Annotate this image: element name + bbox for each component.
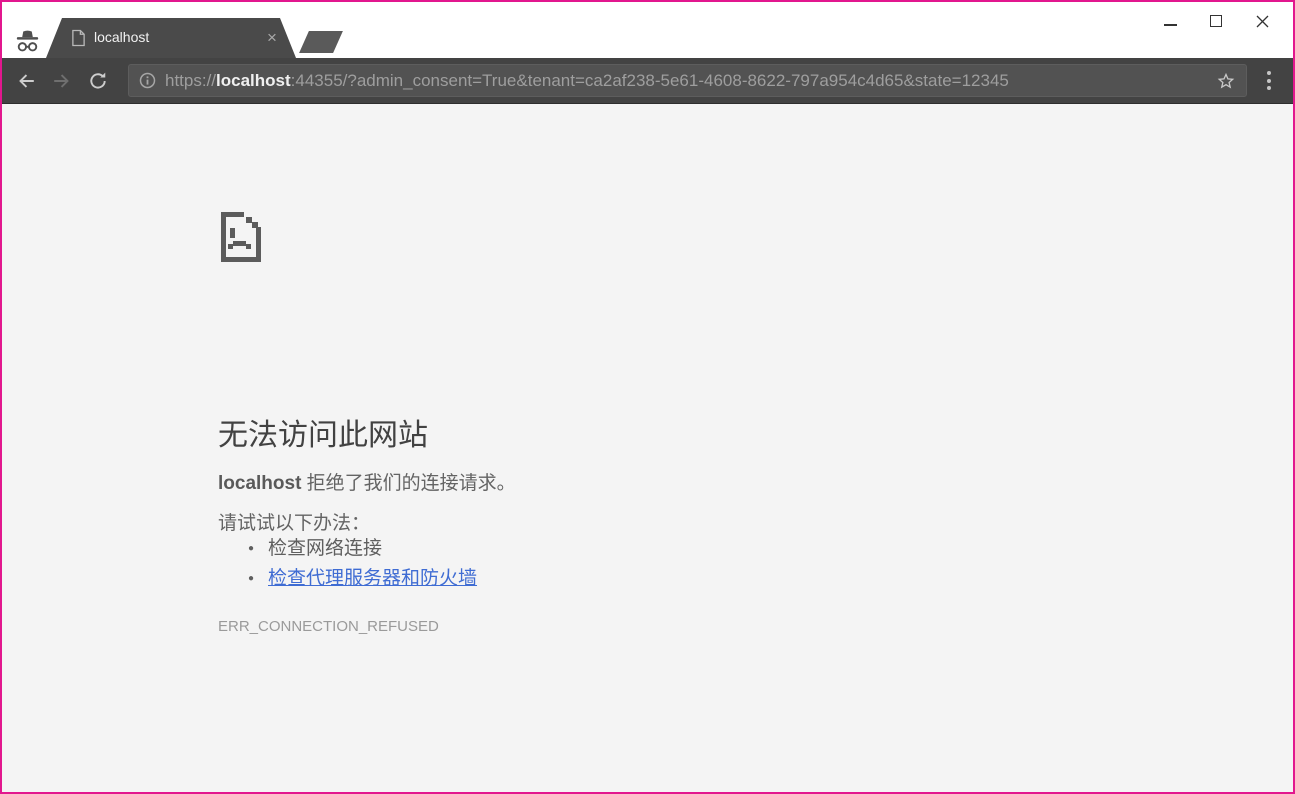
blank-page-icon	[71, 29, 86, 47]
url-scheme: https://	[165, 71, 216, 90]
url-text[interactable]: https://localhost:44355/?admin_consent=T…	[165, 71, 1208, 91]
maximize-button[interactable]	[1193, 6, 1239, 36]
forward-button[interactable]	[44, 63, 80, 99]
browser-menu-button[interactable]	[1257, 63, 1281, 99]
proxy-firewall-link[interactable]: 检查代理服务器和防火墙	[268, 568, 477, 589]
url-host: localhost	[216, 71, 291, 90]
address-bar[interactable]: https://localhost:44355/?admin_consent=T…	[128, 64, 1247, 97]
reload-button[interactable]	[80, 63, 116, 99]
maximize-icon	[1210, 15, 1222, 27]
back-button[interactable]	[8, 63, 44, 99]
error-page: 无法访问此网站 localhost 拒绝了我们的连接请求。 请试试以下办法： 检…	[2, 104, 1293, 792]
forward-icon	[51, 70, 73, 92]
star-icon	[1216, 71, 1236, 91]
tab-close-icon[interactable]: ×	[260, 26, 284, 50]
minimize-icon	[1164, 24, 1177, 26]
bookmark-star-button[interactable]	[1216, 71, 1236, 91]
browser-toolbar: https://localhost:44355/?admin_consent=T…	[2, 58, 1293, 104]
minimize-button[interactable]	[1147, 6, 1193, 36]
suggestions-list: 检查网络连接 检查代理服务器和防火墙	[218, 534, 477, 594]
suggestions-heading: 请试试以下办法：	[218, 508, 370, 535]
menu-dot	[1267, 86, 1271, 90]
page-info-icon[interactable]	[139, 72, 156, 89]
menu-dot	[1267, 71, 1271, 75]
close-button[interactable]	[1239, 6, 1285, 36]
browser-window: localhost ×	[0, 0, 1295, 794]
close-icon	[1255, 14, 1270, 29]
error-host: localhost	[218, 473, 301, 494]
suggestion-label: 检查网络连接	[268, 538, 382, 559]
tab-strip: localhost ×	[2, 2, 1293, 58]
reload-icon	[87, 70, 109, 92]
error-message-text: 拒绝了我们的连接请求。	[301, 473, 515, 494]
error-title: 无法访问此网站	[218, 410, 428, 454]
incognito-icon	[14, 28, 41, 54]
error-code: ERR_CONNECTION_REFUSED	[218, 618, 439, 635]
suggestion-check-network: 检查网络连接	[218, 534, 477, 564]
tab-title: localhost	[94, 29, 149, 45]
sad-page-icon	[218, 209, 264, 265]
tab-localhost[interactable]: localhost ×	[46, 18, 296, 58]
new-tab-button[interactable]	[299, 31, 343, 53]
url-path: :44355/?admin_consent=True&tenant=ca2af2…	[291, 71, 1009, 90]
window-controls	[1147, 6, 1285, 36]
back-icon	[15, 70, 37, 92]
menu-dot	[1267, 79, 1271, 83]
error-message: localhost 拒绝了我们的连接请求。	[218, 468, 516, 495]
suggestion-check-proxy: 检查代理服务器和防火墙	[218, 564, 477, 594]
